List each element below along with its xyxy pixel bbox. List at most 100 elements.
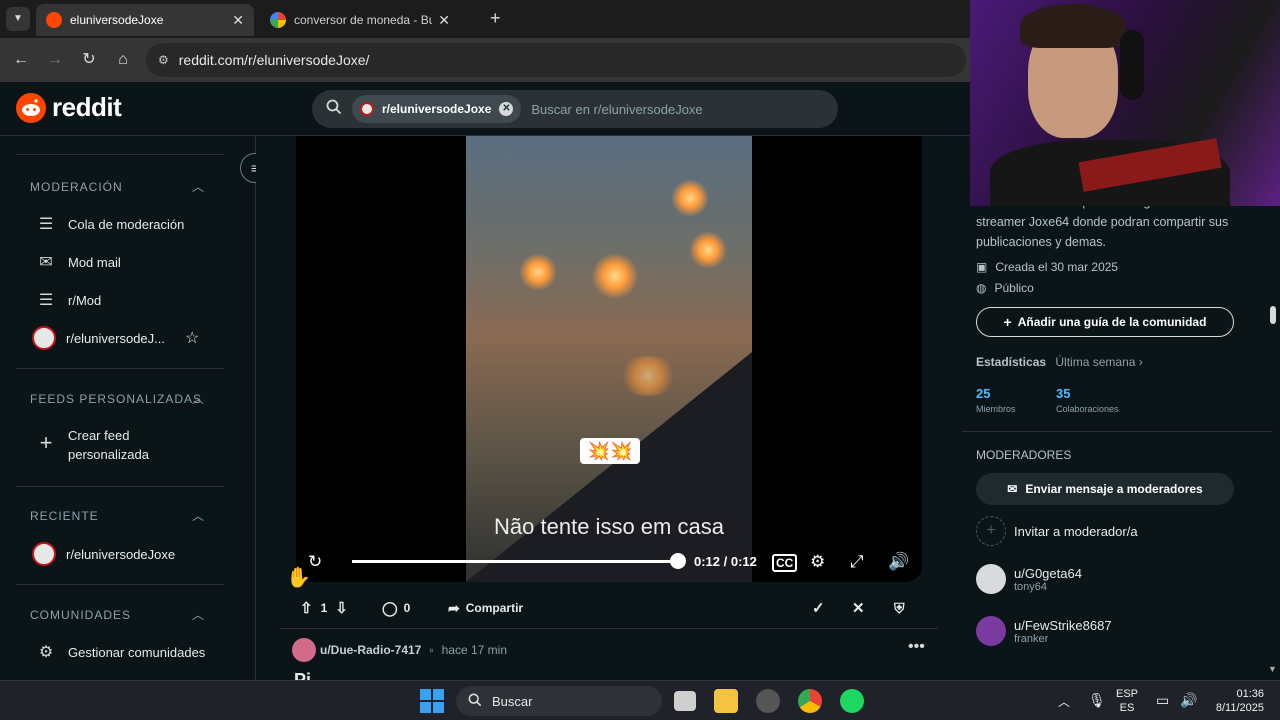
language-indicator[interactable]: ESP ES <box>1116 687 1138 715</box>
moderator-item[interactable]: u/G0geta64 tony64 <box>976 564 1082 594</box>
captions-icon[interactable]: CC <box>772 554 798 572</box>
sidebar-item-create-feed[interactable]: + Crear feed personalizada <box>36 426 168 464</box>
next-post-title[interactable]: Pi <box>294 670 311 680</box>
chrome-icon[interactable] <box>798 689 822 713</box>
app-icon[interactable] <box>756 689 780 713</box>
progress-bar[interactable] <box>352 560 678 563</box>
visibility-label: Público <box>994 281 1034 295</box>
headphones <box>1120 30 1144 100</box>
chevron-up-icon[interactable]: ︿ <box>192 606 204 623</box>
tab-google[interactable]: conversor de moneda - Buscar ✕ <box>260 4 460 36</box>
moderator-avatar <box>976 616 1006 646</box>
fire-glow <box>518 254 558 290</box>
vote-group: ⇧ 1 ⇩ <box>300 594 348 622</box>
stats-label: Estadísticas <box>976 355 1047 369</box>
settings-gear-icon[interactable]: ⚙ <box>810 552 825 572</box>
forward-icon[interactable]: → <box>44 49 66 71</box>
upvote-icon[interactable]: ⇧ <box>300 599 313 617</box>
remove-icon[interactable]: ✕ <box>852 594 865 622</box>
video-time: 0:12 / 0:12 <box>694 554 757 569</box>
shield-icon[interactable]: ⛨ <box>894 594 905 622</box>
search-bar[interactable]: r/eluniversodeJoxe ✕ Buscar en r/elunive… <box>312 90 838 128</box>
mod-icon: ☰ <box>38 292 54 309</box>
tray-overflow-icon[interactable]: ︿ <box>1058 693 1070 710</box>
volume-icon[interactable]: 🔊 <box>1180 692 1197 709</box>
contributions-label: Colaboraciones <box>1056 404 1119 414</box>
community-avatar <box>32 326 56 350</box>
address-bar[interactable]: ⚙ reddit.com/r/eluniversodeJoxe/ <box>146 43 966 77</box>
sidebar-item-community[interactable]: r/eluniversodeJ... ☆ <box>32 326 199 350</box>
moderator-item[interactable]: u/FewStrike8687 franker <box>976 616 1112 646</box>
approve-icon[interactable]: ✓ <box>812 594 825 622</box>
microphone-icon[interactable]: 🎙 <box>1088 692 1106 709</box>
reddit-header: reddit r/eluniversodeJoxe ✕ Buscar en r/… <box>0 82 970 136</box>
windows-start-icon[interactable] <box>420 689 444 713</box>
sidebar-item-label: Crear feed personalizada <box>68 428 149 462</box>
members-value: 25 <box>976 386 991 401</box>
reload-icon[interactable]: ↻ <box>78 49 100 71</box>
task-view-icon[interactable] <box>674 691 696 711</box>
star-icon[interactable]: ☆ <box>185 328 199 348</box>
clear-chip-icon[interactable]: ✕ <box>499 102 514 116</box>
modmail-icon: ✉ <box>39 254 53 271</box>
message-mods-button[interactable]: ✉ Enviar mensaje a moderadores <box>976 473 1234 505</box>
file-explorer-icon[interactable] <box>714 689 738 713</box>
chip-label: r/eluniversodeJoxe <box>382 102 492 116</box>
back-icon[interactable]: ← <box>10 49 32 71</box>
fire-glow <box>670 180 710 216</box>
search-community-chip[interactable]: r/eluniversodeJoxe ✕ <box>352 95 522 123</box>
sidebar-item-r-mod[interactable]: ☰ r/Mod <box>36 290 101 310</box>
comments-button[interactable]: ◯ 0 <box>382 594 410 622</box>
scrollbar-thumb[interactable] <box>1270 306 1276 324</box>
home-icon[interactable]: ⌂ <box>112 49 134 71</box>
sidebar-item-modmail[interactable]: ✉ Mod mail <box>36 252 120 272</box>
contributions-value: 35 <box>1056 386 1071 401</box>
video-player[interactable]: 💥💥 Não tente isso em casa ↻ 0:12 / 0:12 … <box>296 136 922 582</box>
tab-reddit[interactable]: eluniversodeJoxe ✕ <box>36 4 254 36</box>
close-tab-icon[interactable]: ✕ <box>438 12 450 29</box>
post-author[interactable]: u/Due-Radio-7417 <box>320 643 421 657</box>
created-date: Creada el 30 mar 2025 <box>995 260 1119 274</box>
clock[interactable]: 01:36 8/11/2025 <box>1208 687 1264 715</box>
network-icon[interactable]: ▭ <box>1156 692 1169 709</box>
add-guide-button[interactable]: + Añadir una guía de la comunidad <box>976 307 1234 337</box>
sidebar-item-mod-queue[interactable]: ☰ Cola de moderación <box>36 214 185 234</box>
scroll-down-arrow[interactable]: ▼ <box>1268 664 1277 674</box>
webcam-overlay <box>970 0 1280 206</box>
tab-list-button[interactable]: ▼ <box>6 7 30 31</box>
search-input[interactable]: Buscar en r/eluniversodeJoxe <box>531 102 702 117</box>
post-actions: ⇧ 1 ⇩ ◯ 0 ➦ Compartir ✓ ✕ ⛨ <box>296 592 922 622</box>
overflow-menu-icon[interactable]: ••• <box>908 638 925 656</box>
sidebar-item-label: r/Mod <box>68 292 102 308</box>
spotify-icon[interactable] <box>840 689 864 713</box>
members-label: Miembros <box>976 404 1016 414</box>
volume-icon[interactable]: 🔊 <box>888 552 909 572</box>
progress-knob[interactable] <box>670 553 686 569</box>
url-text: reddit.com/r/eluniversodeJoxe/ <box>178 52 370 68</box>
user-avatar[interactable] <box>292 638 316 662</box>
sidebar-item-manage-communities[interactable]: ⚙ Gestionar comunidades <box>36 642 205 662</box>
chevron-right-icon[interactable]: › <box>1139 355 1143 369</box>
chevron-up-icon[interactable]: ︿ <box>192 507 204 524</box>
sidebar-item-recent-community[interactable]: r/eluniversodeJoxe <box>32 542 175 566</box>
close-tab-icon[interactable]: ✕ <box>232 12 244 29</box>
main-feed: 💥💥 Não tente isso em casa ↻ 0:12 / 0:12 … <box>256 136 962 680</box>
plus-icon: + <box>39 430 53 455</box>
new-tab-button[interactable]: + <box>490 8 501 29</box>
chevron-up-icon[interactable]: ︿ <box>192 178 204 195</box>
person-hair <box>1020 4 1126 48</box>
video-controls: ↻ 0:12 / 0:12 CC ⚙ ⤢ 🔊 <box>296 546 922 582</box>
fullscreen-icon[interactable]: ⤢ <box>850 552 864 572</box>
reddit-logo[interactable]: reddit <box>16 92 122 123</box>
plus-icon: + <box>1003 314 1012 330</box>
chevron-up-icon[interactable]: ︿ <box>192 390 204 407</box>
downvote-icon[interactable]: ⇩ <box>335 599 348 617</box>
invite-moderator-row[interactable]: + Invitar a moderador/a <box>976 516 1138 546</box>
stats-period[interactable]: Última semana <box>1055 355 1135 369</box>
taskbar-search[interactable]: Buscar <box>456 686 662 716</box>
address-toolbar: ← → ↻ ⌂ ⚙ reddit.com/r/eluniversodeJoxe/ <box>0 38 970 82</box>
community-avatar <box>360 102 374 116</box>
site-info-icon[interactable]: ⚙ <box>158 53 169 67</box>
reddit-snoo-icon <box>16 92 46 123</box>
share-button[interactable]: ➦ Compartir <box>448 594 523 622</box>
